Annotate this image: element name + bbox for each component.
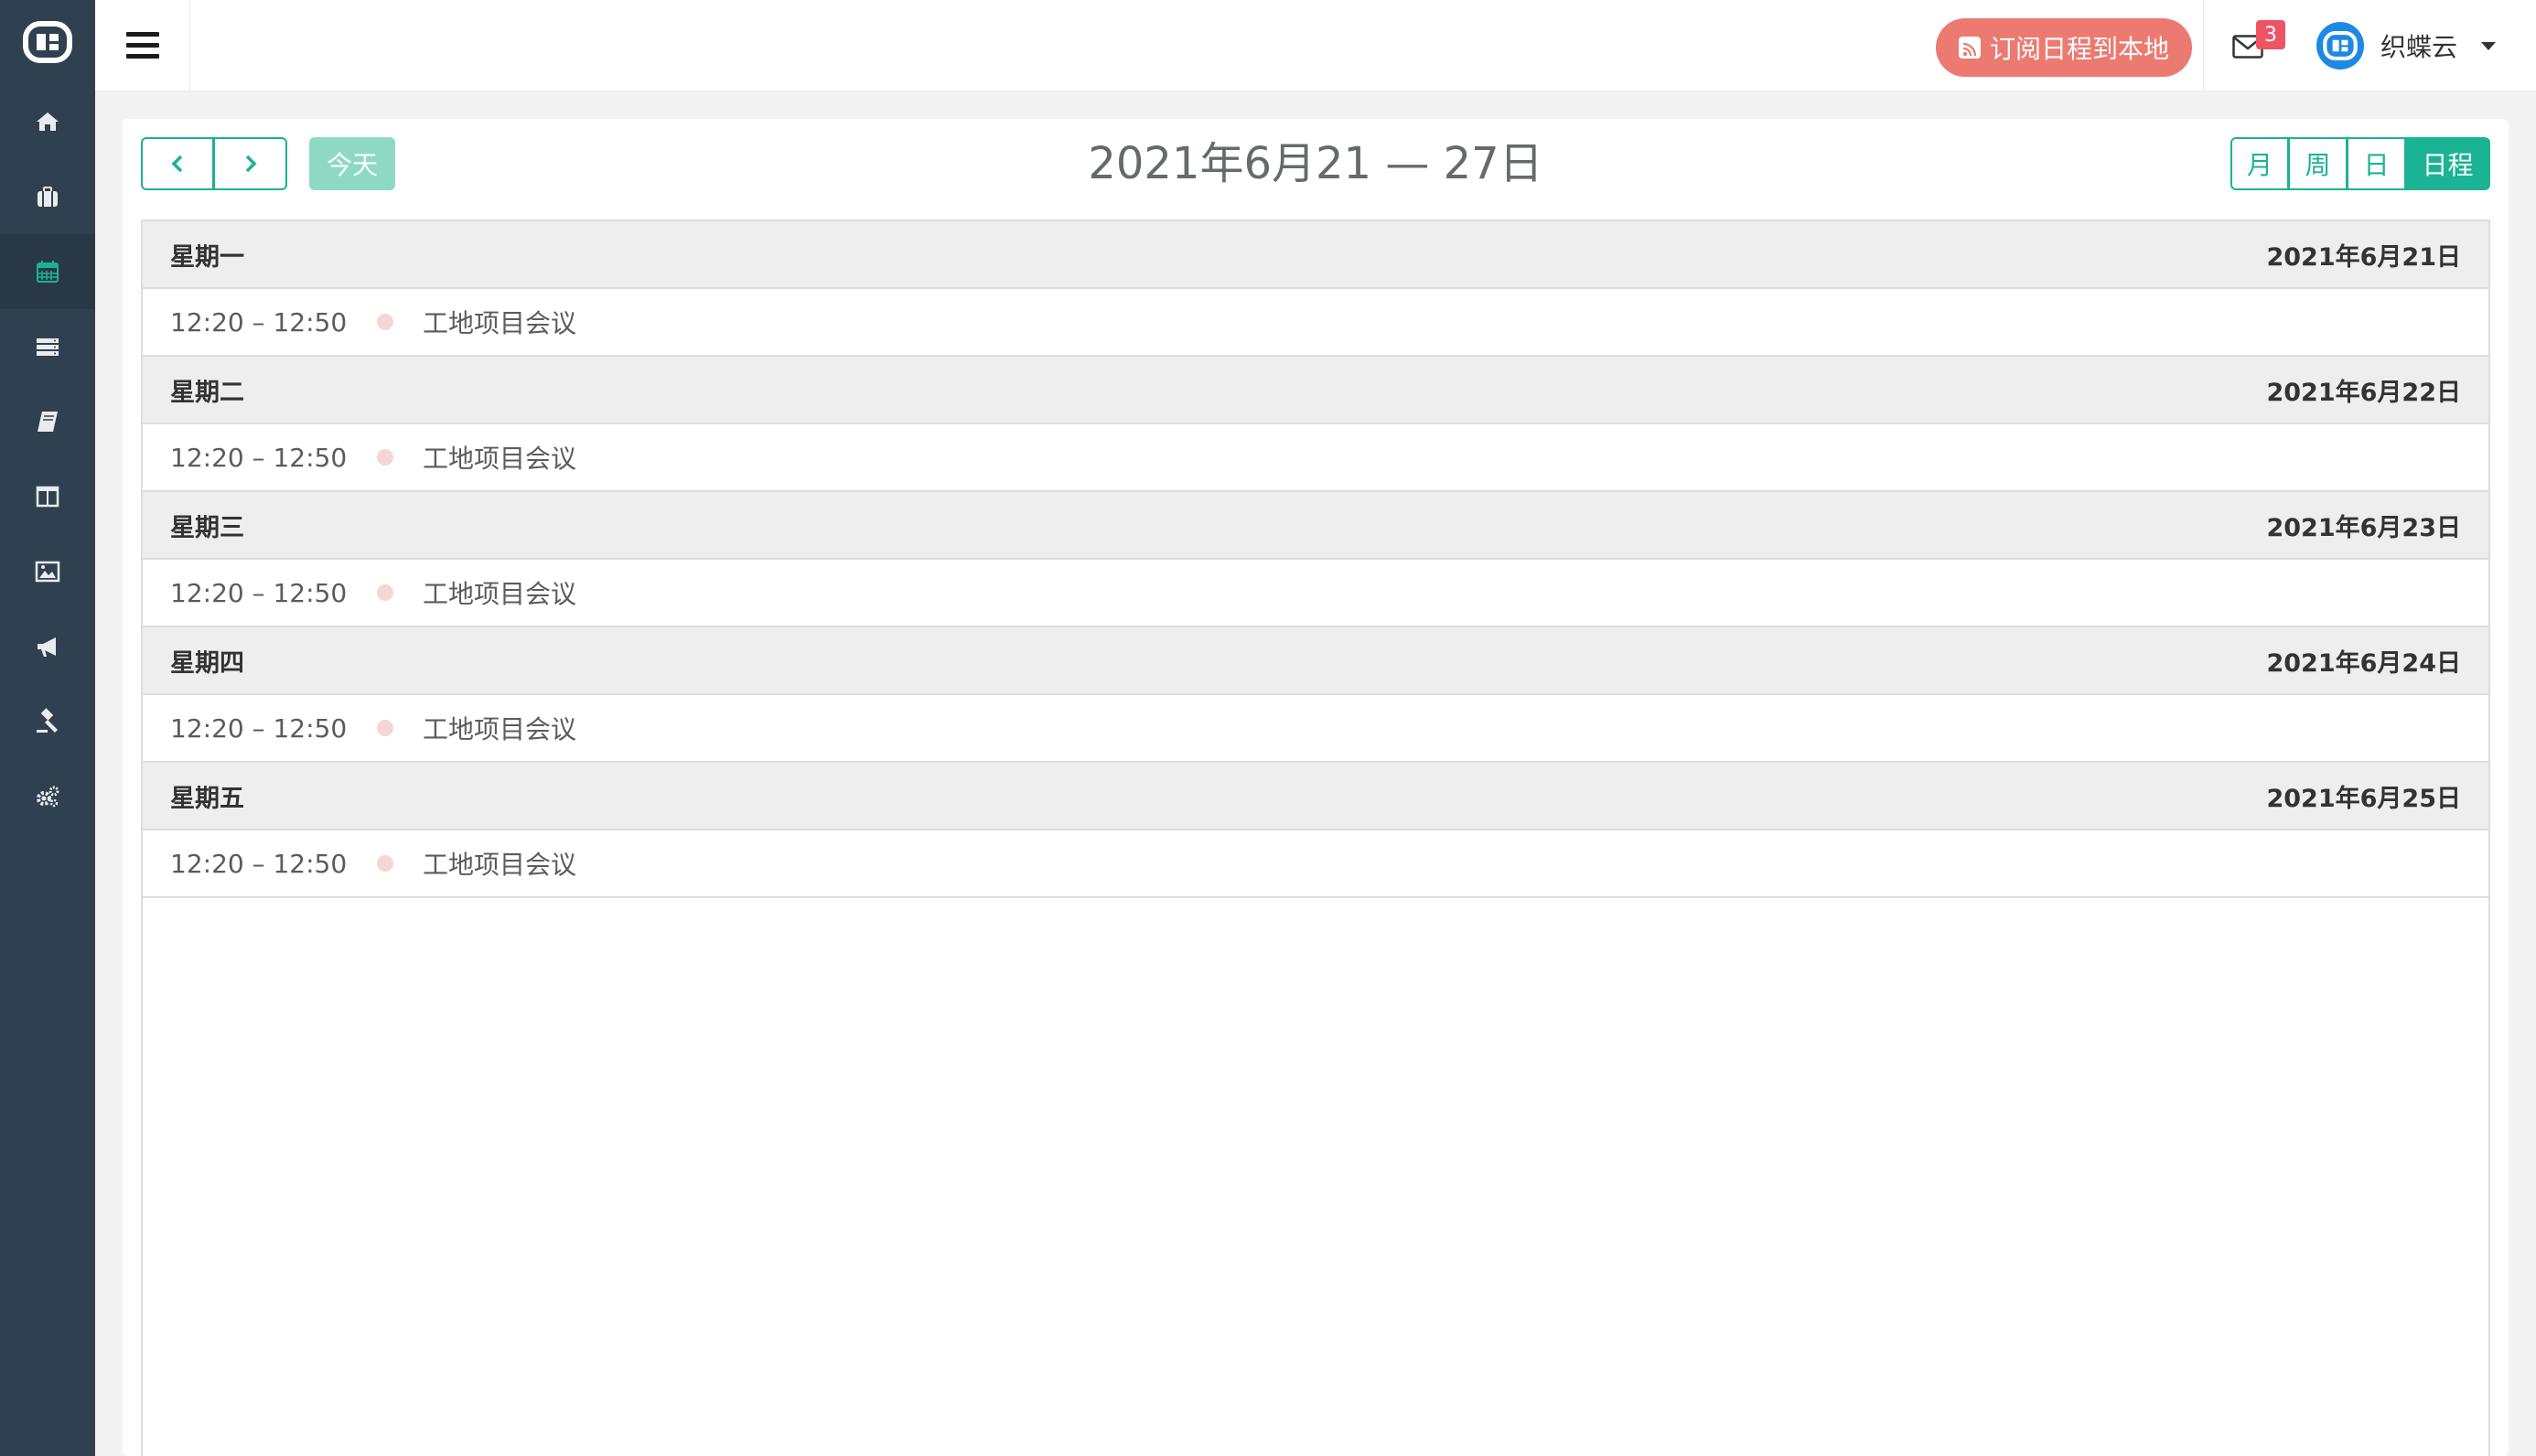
event-time: 12:20 – 12:50: [170, 577, 348, 608]
day-header: 星期三 2021年6月23日: [143, 492, 2488, 560]
day-date: 2021年6月21日: [2266, 242, 2461, 272]
event-time: 12:20 – 12:50: [170, 848, 348, 879]
topbar-divider: [2203, 0, 2204, 91]
subscribe-calendar-button[interactable]: 订阅日程到本地: [1936, 18, 2192, 77]
day-date: 2021年6月24日: [2266, 648, 2461, 678]
view-month-button[interactable]: 月: [2230, 137, 2289, 190]
day-header: 星期一 2021年6月21日: [143, 221, 2488, 289]
sidebar-item-announcements[interactable]: [0, 609, 95, 684]
sidebar-item-servers[interactable]: [0, 309, 95, 384]
user-name: 织蝶云: [2380, 32, 2458, 62]
user-menu[interactable]: 织蝶云: [2316, 18, 2497, 73]
agenda-list: 星期一 2021年6月21日 12:20 – 12:50 工地项目会议 星期二 …: [141, 219, 2490, 1456]
day-weekday: 星期二: [170, 378, 244, 407]
event-title: 工地项目会议: [423, 444, 577, 474]
day-weekday: 星期一: [170, 242, 244, 272]
event-title: 工地项目会议: [423, 308, 577, 338]
event-row[interactable]: 12:20 – 12:50 工地项目会议: [143, 424, 2488, 492]
sidebar-item-settings[interactable]: [0, 759, 95, 834]
day-weekday: 星期三: [170, 513, 244, 542]
sidebar-item-docs[interactable]: [0, 384, 95, 459]
sidebar: [0, 0, 95, 1456]
view-day-button[interactable]: 日: [2348, 137, 2406, 190]
today-button[interactable]: 今天: [309, 137, 395, 190]
messages-count-badge: 3: [2256, 20, 2285, 49]
event-title: 工地项目会议: [423, 850, 577, 880]
sidebar-item-layout[interactable]: [0, 459, 95, 534]
topbar: 订阅日程到本地 3 织蝶云: [95, 0, 2536, 91]
rss-icon: [1958, 37, 1981, 59]
view-switcher: 月 周 日 日程: [2230, 137, 2490, 190]
columns-icon: [36, 486, 59, 508]
avatar: [2316, 22, 2364, 70]
home-icon: [37, 112, 59, 131]
sidebar-item-projects[interactable]: [0, 159, 95, 234]
sidebar-item-home[interactable]: [0, 84, 95, 159]
view-list-button[interactable]: 日程: [2406, 137, 2490, 190]
event-row[interactable]: 12:20 – 12:50 工地项目会议: [143, 695, 2488, 763]
calendar-title: 2021年6月21 — 27日: [1088, 138, 1543, 189]
calendar-nav-group: [141, 137, 287, 190]
event-time: 12:20 – 12:50: [170, 306, 348, 337]
menu-toggle-button[interactable]: [95, 0, 190, 91]
image-icon: [35, 561, 60, 583]
day-header: 星期五 2021年6月25日: [143, 763, 2488, 830]
app-logo[interactable]: [0, 0, 95, 84]
day-header: 星期四 2021年6月24日: [143, 627, 2488, 695]
event-title: 工地项目会议: [423, 714, 577, 744]
event-row[interactable]: 12:20 – 12:50 工地项目会议: [143, 289, 2488, 357]
logo-icon: [23, 21, 72, 63]
sidebar-item-tools[interactable]: [0, 684, 95, 759]
day-weekday: 星期五: [170, 784, 244, 813]
calendar-icon: [37, 261, 59, 283]
day-date: 2021年6月25日: [2266, 784, 2461, 813]
server-icon: [37, 338, 59, 356]
day-header: 星期二 2021年6月22日: [143, 357, 2488, 424]
bullhorn-icon: [38, 637, 56, 657]
avatar-logo-icon: [2323, 31, 2358, 60]
chevron-right-icon: [245, 155, 256, 173]
event-dot-icon: [377, 314, 393, 330]
book-icon: [38, 412, 58, 432]
sidebar-item-gallery[interactable]: [0, 534, 95, 609]
caret-down-icon: [2481, 41, 2497, 50]
event-dot-icon: [377, 449, 393, 466]
event-time: 12:20 – 12:50: [170, 712, 348, 744]
event-dot-icon: [377, 584, 393, 601]
event-time: 12:20 – 12:50: [170, 442, 348, 473]
gears-icon: [37, 786, 59, 808]
sidebar-item-calendar[interactable]: [0, 234, 95, 309]
prev-button[interactable]: [141, 137, 214, 190]
gavel-icon: [37, 708, 58, 733]
event-row[interactable]: 12:20 – 12:50 工地项目会议: [143, 560, 2488, 627]
subscribe-label: 订阅日程到本地: [1989, 34, 2169, 64]
view-week-button[interactable]: 周: [2289, 137, 2348, 190]
briefcase-icon: [38, 187, 58, 207]
messages-button[interactable]: 3: [2232, 20, 2287, 71]
calendar-panel: 今天 2021年6月21 — 27日 月 周 日 日程 星期一 2021年6月2…: [123, 119, 2509, 1456]
event-dot-icon: [377, 855, 393, 872]
day-weekday: 星期四: [170, 648, 244, 678]
hamburger-icon: [125, 32, 159, 59]
next-button[interactable]: [214, 137, 287, 190]
day-date: 2021年6月22日: [2266, 378, 2461, 407]
day-date: 2021年6月23日: [2266, 513, 2461, 542]
event-dot-icon: [377, 720, 393, 736]
event-title: 工地项目会议: [423, 579, 577, 609]
chevron-left-icon: [171, 155, 183, 173]
event-row[interactable]: 12:20 – 12:50 工地项目会议: [143, 830, 2488, 898]
